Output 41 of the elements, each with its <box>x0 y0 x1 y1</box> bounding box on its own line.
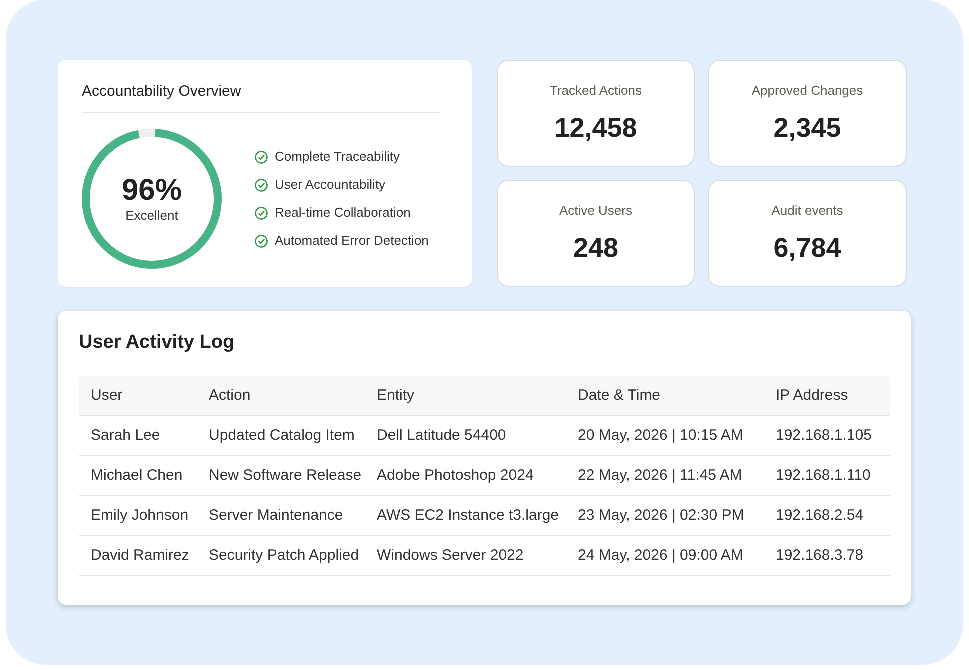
table-cell-text: Windows Server 2022 <box>376 546 525 564</box>
stat-value: 248 <box>573 232 619 264</box>
table-cell-text: New Software Release <box>208 466 363 484</box>
section-title: User Activity Log <box>79 331 236 355</box>
feature-label: Real-time Collaboration <box>275 205 411 221</box>
column-header: User <box>90 386 124 404</box>
table-cell-text: Security Patch Applied <box>208 546 360 564</box>
score-value: 96% <box>122 174 182 208</box>
table-cell-text: 192.168.1.110 <box>775 466 872 484</box>
card-title: Accountability Overview <box>82 83 242 100</box>
table-cell-text: Dell Latitude 54400 <box>376 426 508 444</box>
table-cell-text: 192.168.2.54 <box>775 506 865 524</box>
table-cell-text: 23 May, 2026 | 02:30 PM <box>577 506 746 524</box>
table-cell-text: David Ramirez <box>90 546 190 564</box>
feature-label: User Accountability <box>275 177 386 193</box>
column-header: Date & Time <box>577 386 662 404</box>
stat-label: Active Users <box>560 203 632 219</box>
table-cell-text: 24 May, 2026 | 09:00 AM <box>577 546 744 564</box>
column-header: Entity <box>376 386 416 404</box>
table-cell-text: Updated Catalog Item <box>208 426 356 444</box>
stat-value: 12,458 <box>554 112 638 144</box>
table-cell-text: 22 May, 2026 | 11:45 AM <box>577 466 744 484</box>
feature-label: Complete Traceability <box>275 149 400 165</box>
stat-label: Audit events <box>772 203 844 219</box>
stat-value: 6,784 <box>774 232 842 264</box>
feature-label: Automated Error Detection <box>275 233 429 249</box>
column-header: IP Address <box>775 386 850 404</box>
score-label: Excellent <box>126 208 178 224</box>
table-cell-text: Server Maintenance <box>208 506 344 524</box>
stat-value: 2,345 <box>774 112 842 144</box>
table-cell-text: 192.168.3.78 <box>775 546 865 564</box>
table-cell-text: Sarah Lee <box>90 426 162 444</box>
stat-label: Approved Changes <box>752 83 864 99</box>
table-cell-text: 192.168.1.105 <box>775 426 873 444</box>
table-cell-text: 20 May, 2026 | 10:15 AM <box>577 426 744 444</box>
table-cell-text: Adobe Photoshop 2024 <box>376 466 535 484</box>
column-header: Action <box>208 386 252 404</box>
table-cell-text: AWS EC2 Instance t3.large <box>376 506 560 524</box>
table-cell-text: Michael Chen <box>90 466 184 484</box>
table-cell-text: Emily Johnson <box>90 506 190 524</box>
stat-label: Tracked Actions <box>550 83 642 99</box>
